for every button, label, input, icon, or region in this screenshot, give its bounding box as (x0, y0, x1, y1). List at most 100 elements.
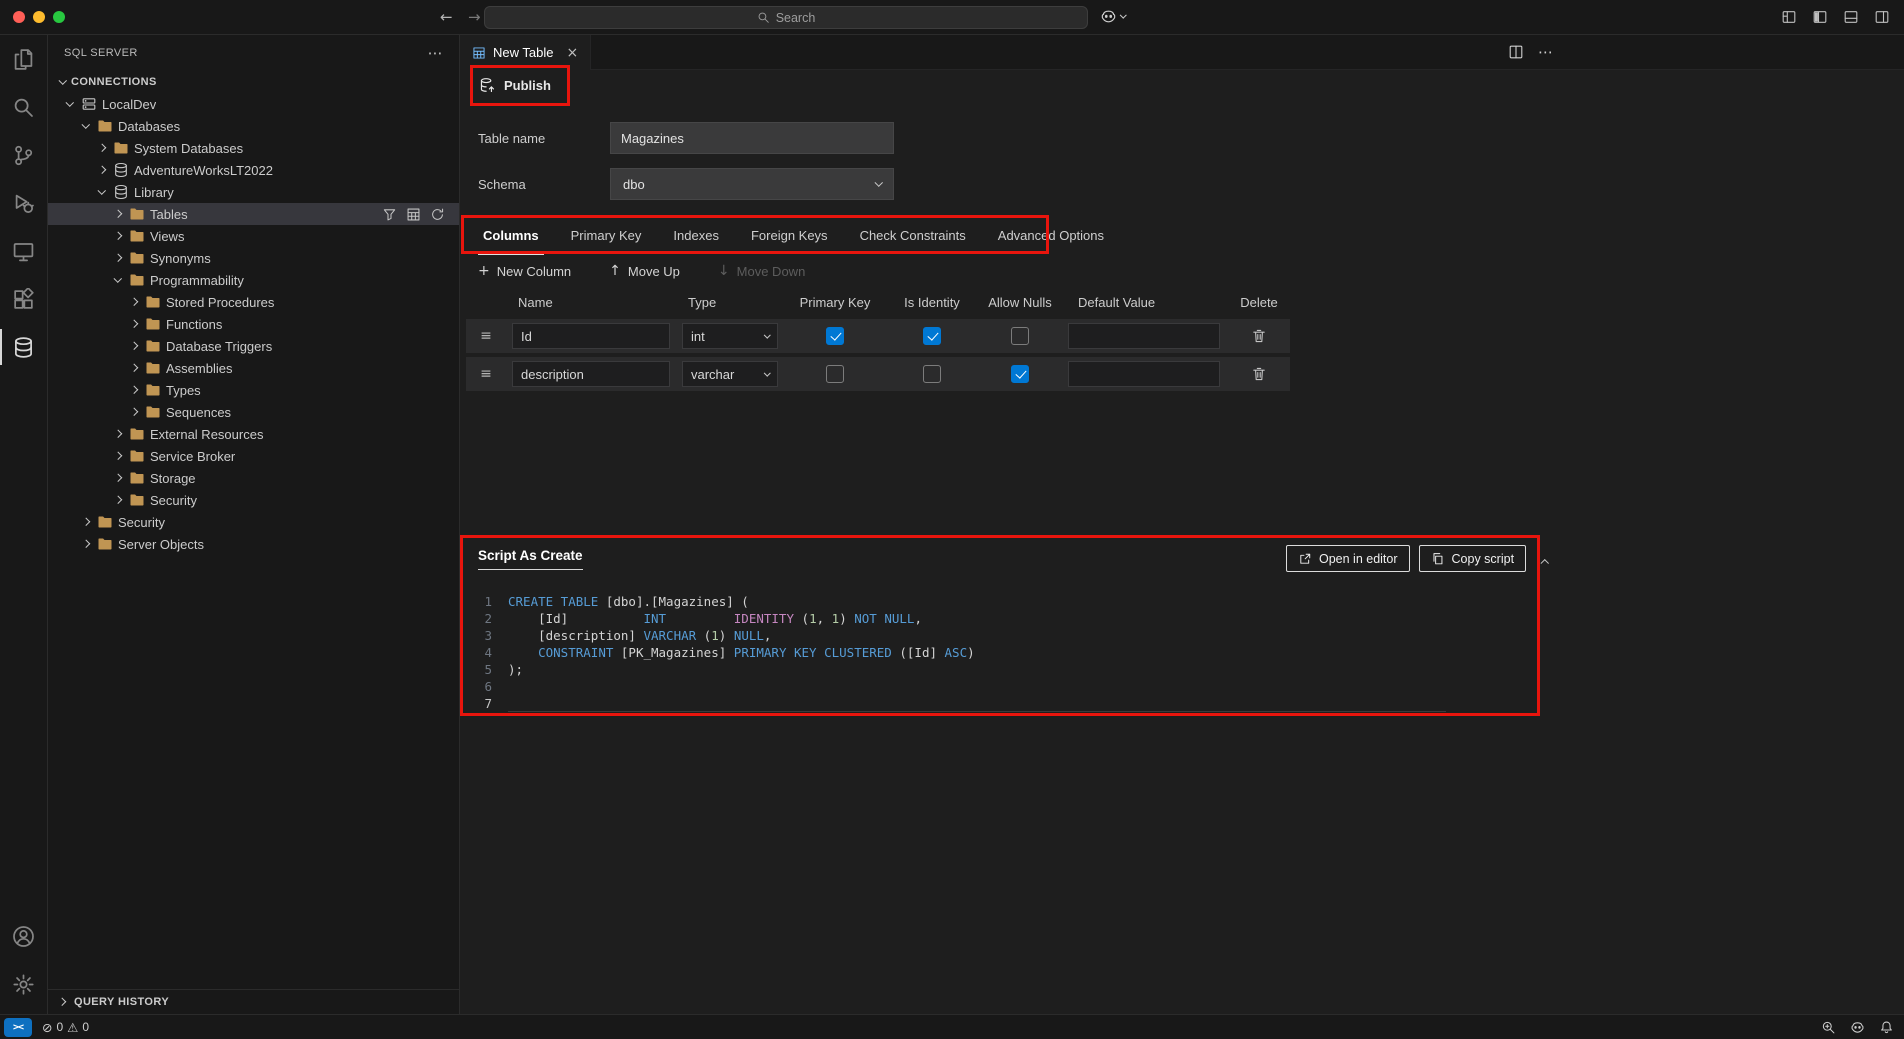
query-history-section[interactable]: QUERY HISTORY (48, 989, 459, 1014)
forward-icon[interactable]: → (468, 8, 481, 26)
designer-tab-foreign-keys[interactable]: Foreign Keys (746, 218, 833, 255)
primary-key-checkbox[interactable] (826, 327, 844, 345)
tree-item-system-databases[interactable]: System Databases (48, 137, 459, 159)
tree-section-connections[interactable]: CONNECTIONS (48, 71, 459, 93)
activity-bar (0, 35, 48, 1014)
column-type-value: int (691, 329, 705, 344)
activity-bar-item-search[interactable] (0, 83, 47, 131)
allow-nulls-checkbox[interactable] (1011, 365, 1029, 383)
activity-bar-item-extensions[interactable] (0, 275, 47, 323)
statusbar-zoom-icon[interactable] (1821, 1020, 1836, 1035)
drag-handle[interactable]: ≡ (480, 366, 492, 382)
designer-tab-check-constraints[interactable]: Check Constraints (855, 218, 971, 255)
close-window-button[interactable] (13, 11, 25, 23)
tree-item-localdev[interactable]: LocalDev (48, 93, 459, 115)
delete-cell (1228, 319, 1290, 353)
tree-item-functions[interactable]: Functions (48, 313, 459, 335)
folder-icon (129, 492, 145, 508)
activity-bar-item-settings[interactable] (0, 960, 47, 1008)
activity-bar-item-account[interactable] (0, 912, 47, 960)
copilot-button[interactable] (1100, 8, 1126, 25)
more-actions-icon[interactable]: ⋯ (428, 44, 443, 62)
tree-item-synonyms[interactable]: Synonyms (48, 247, 459, 269)
arrow-up-icon: ↑ (609, 263, 621, 279)
open-in-editor-button[interactable]: Open in editor (1286, 545, 1410, 572)
tree-item-stored-procedures[interactable]: Stored Procedures (48, 291, 459, 313)
tree-item-adventureworkslt2022[interactable]: AdventureWorksLT2022 (48, 159, 459, 181)
tree-action-refresh[interactable] (430, 207, 445, 222)
column-name-input[interactable] (512, 361, 670, 387)
activity-bar-item-sql-server[interactable] (0, 323, 47, 371)
tree-item-databases[interactable]: Databases (48, 115, 459, 137)
schema-select[interactable]: dbo (610, 168, 894, 200)
tree-item-assemblies[interactable]: Assemblies (48, 357, 459, 379)
line-number: 2 (462, 610, 508, 627)
tree-item-security[interactable]: Security (48, 489, 459, 511)
tree-item-views[interactable]: Views (48, 225, 459, 247)
designer-tab-columns[interactable]: Columns (478, 218, 544, 255)
zoom-icon (1821, 1020, 1836, 1035)
column-type-select[interactable]: int (682, 323, 778, 349)
tab-new-table[interactable]: New Table × (460, 35, 591, 70)
tree-item-tables[interactable]: Tables (48, 203, 459, 225)
is-identity-checkbox[interactable] (923, 327, 941, 345)
copy-script-button[interactable]: Copy script (1419, 545, 1527, 572)
is-identity-checkbox[interactable] (923, 365, 941, 383)
titlebar-panel-left-icon[interactable] (1812, 9, 1828, 25)
tree-item-label: Storage (150, 471, 196, 486)
tree-item-database-triggers[interactable]: Database Triggers (48, 335, 459, 357)
more-actions-icon[interactable]: ⋯ (1538, 44, 1553, 60)
maximize-window-button[interactable] (53, 11, 65, 23)
statusbar-copilot-icon[interactable] (1850, 1020, 1865, 1035)
close-tab-icon[interactable]: × (566, 45, 578, 61)
primary-key-checkbox[interactable] (826, 365, 844, 383)
search-box[interactable]: Search (484, 6, 1088, 29)
tree-item-server-objects[interactable]: Server Objects (48, 533, 459, 555)
drag-handle[interactable]: ≡ (480, 328, 492, 344)
titlebar-customize-layout-icon[interactable] (1781, 9, 1797, 25)
tree-action-table[interactable] (406, 207, 421, 222)
default-value-input[interactable] (1068, 323, 1220, 349)
code-token: CONSTRAINT (538, 645, 613, 660)
publish-button[interactable]: Publish (479, 77, 551, 94)
titlebar-panel-bottom-icon[interactable] (1843, 9, 1859, 25)
back-icon[interactable]: ← (440, 8, 453, 26)
tree-item-programmability[interactable]: Programmability (48, 269, 459, 291)
customize-layout-icon (1781, 9, 1797, 25)
remote-indicator[interactable]: >< (4, 1018, 32, 1037)
statusbar-notifications-icon[interactable] (1879, 1020, 1894, 1035)
scroll-up-icon[interactable] (1542, 551, 1548, 566)
tree-action-filter[interactable] (382, 207, 397, 222)
code-line: 4 CONSTRAINT [PK_Magazines] PRIMARY KEY … (462, 644, 1446, 661)
allow-nulls-checkbox[interactable] (1011, 327, 1029, 345)
line-number: 4 (462, 644, 508, 661)
delete-row-button[interactable] (1251, 366, 1267, 382)
activity-bar-item-source-control[interactable] (0, 131, 47, 179)
column-type-select[interactable]: varchar (682, 361, 778, 387)
name-cell (506, 319, 680, 353)
designer-tab-advanced-options[interactable]: Advanced Options (993, 218, 1109, 255)
delete-row-button[interactable] (1251, 328, 1267, 344)
minimize-window-button[interactable] (33, 11, 45, 23)
toolbar-move-up-button[interactable]: ↑Move Up (609, 263, 680, 279)
activity-bar-item-run-and-debug[interactable] (0, 179, 47, 227)
titlebar-panel-right-icon[interactable] (1874, 9, 1890, 25)
activity-bar-item-remote-explorer[interactable] (0, 227, 47, 275)
tree-item-types[interactable]: Types (48, 379, 459, 401)
tree-item-storage[interactable]: Storage (48, 467, 459, 489)
tree-item-library[interactable]: Library (48, 181, 459, 203)
table-name-input[interactable] (610, 122, 894, 154)
designer-tab-primary-key[interactable]: Primary Key (566, 218, 647, 255)
activity-bar-item-explorer[interactable] (0, 35, 47, 83)
tree-item-sequences[interactable]: Sequences (48, 401, 459, 423)
tree-item-external-resources[interactable]: External Resources (48, 423, 459, 445)
tree-item-service-broker[interactable]: Service Broker (48, 445, 459, 467)
default-value-input[interactable] (1068, 361, 1220, 387)
column-name-input[interactable] (512, 323, 670, 349)
toolbar-new-column-button[interactable]: +New Column (478, 263, 571, 279)
split-editor-icon[interactable] (1508, 44, 1524, 60)
designer-tab-indexes[interactable]: Indexes (668, 218, 724, 255)
problems-status[interactable]: ⊘ 0 ⚠ 0 (42, 1020, 89, 1035)
tree-item-security[interactable]: Security (48, 511, 459, 533)
code-token: NOT NULL (854, 611, 914, 626)
